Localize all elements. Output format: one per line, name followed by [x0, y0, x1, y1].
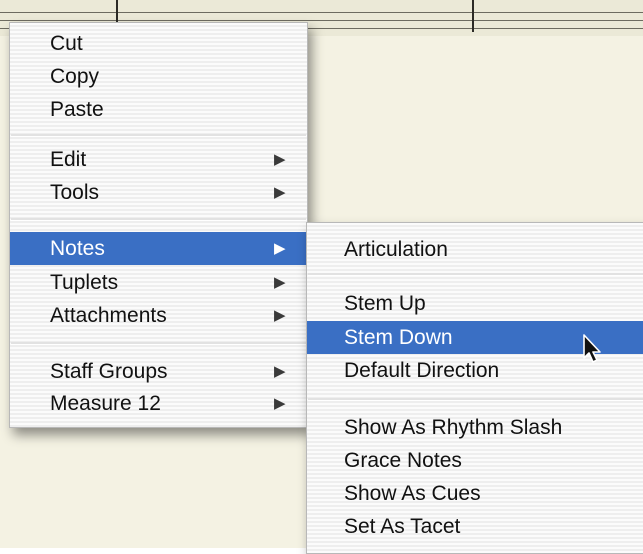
menu-item-label: Paste: [50, 98, 104, 121]
menu-item-label: Show As Rhythm Slash: [344, 416, 563, 439]
menu-item-label: Cut: [50, 32, 83, 55]
menu-item-label: Measure 12: [50, 392, 161, 415]
staff-line: [0, 12, 643, 13]
menu-item-label: Articulation: [344, 238, 448, 261]
menu-item-show-as-cues[interactable]: Show As Cues: [307, 477, 643, 510]
menu-item-label: Show As Cues: [344, 482, 481, 505]
menu-separator: [11, 218, 306, 221]
staff-line: [0, 20, 643, 21]
menu-item-staff-groups[interactable]: Staff Groups ▶: [10, 355, 307, 388]
menu-item-cut[interactable]: Cut: [10, 27, 307, 60]
menu-item-label: Edit: [50, 148, 87, 171]
menu-item-attachments[interactable]: Attachments ▶: [10, 299, 307, 332]
menu-item-label: Stem Down: [344, 326, 453, 349]
submenu-arrow-icon: ▶: [274, 240, 286, 257]
submenu-arrow-icon: ▶: [274, 274, 286, 291]
submenu-arrow-icon: ▶: [274, 395, 286, 412]
context-menu: Cut Copy Paste Edit ▶ Tools ▶ Notes ▶ Tu…: [9, 22, 308, 428]
menu-item-label: Set As Tacet: [344, 515, 461, 538]
menu-separator: [11, 134, 306, 137]
barline: [472, 0, 474, 32]
menu-item-articulation[interactable]: Articulation: [307, 233, 643, 266]
menu-item-label: Stem Up: [344, 292, 426, 315]
menu-separator: [308, 398, 643, 401]
menu-item-notes[interactable]: Notes ▶: [10, 232, 307, 265]
menu-item-copy[interactable]: Copy: [10, 60, 307, 93]
menu-item-label: Copy: [50, 65, 100, 88]
menu-item-paste[interactable]: Paste: [10, 93, 307, 126]
menu-item-edit[interactable]: Edit ▶: [10, 143, 307, 176]
menu-item-tools[interactable]: Tools ▶: [10, 176, 307, 209]
menu-item-label: Tools: [50, 181, 100, 204]
menu-item-grace-notes[interactable]: Grace Notes: [307, 444, 643, 477]
menu-item-label: Notes: [50, 237, 105, 260]
menu-item-set-as-tacet[interactable]: Set As Tacet: [307, 510, 643, 543]
submenu-arrow-icon: ▶: [274, 151, 286, 168]
menu-item-measure-12[interactable]: Measure 12 ▶: [10, 387, 307, 420]
menu-item-label: Attachments: [50, 304, 167, 327]
submenu-arrow-icon: ▶: [274, 363, 286, 380]
submenu-arrow-icon: ▶: [274, 184, 286, 201]
menu-item-label: Default Direction: [344, 359, 500, 382]
menu-item-label: Tuplets: [50, 271, 119, 294]
menu-item-tuplets[interactable]: Tuplets ▶: [10, 266, 307, 299]
menu-item-stem-up[interactable]: Stem Up: [307, 287, 643, 320]
menu-item-label: Staff Groups: [50, 360, 168, 383]
submenu-arrow-icon: ▶: [274, 307, 286, 324]
menu-item-show-as-rhythm-slash[interactable]: Show As Rhythm Slash: [307, 411, 643, 444]
menu-separator: [11, 342, 306, 345]
notes-submenu: Articulation Stem Up Stem Down Default D…: [306, 222, 643, 554]
menu-separator: [308, 273, 643, 276]
arrow-pointer-icon: [583, 334, 601, 363]
menu-item-label: Grace Notes: [344, 449, 462, 472]
